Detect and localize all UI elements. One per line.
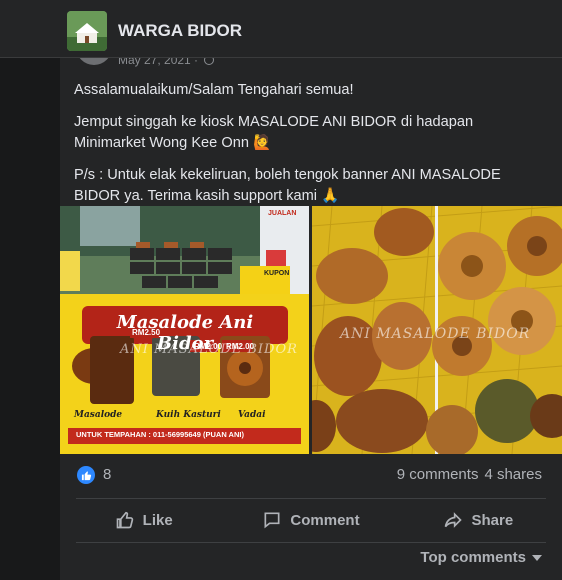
divider [76, 498, 546, 499]
post-paragraph: P/s : Untuk elak kekeliruan, boleh tengo… [74, 167, 501, 204]
share-button[interactable]: Share [395, 504, 562, 536]
group-cover-thumbnail[interactable] [67, 11, 107, 51]
post-timestamp[interactable]: May 27, 2021 · [118, 58, 198, 67]
chevron-down-icon [532, 554, 542, 561]
divider [76, 542, 546, 543]
group-header: WARGA BIDOR [0, 0, 562, 58]
like-reaction-icon[interactable] [77, 466, 95, 484]
comment-icon [264, 512, 280, 529]
item-label: Kuih Kasturi [156, 410, 221, 420]
photo-fritters[interactable]: ANI MASALODE BIDOR [312, 206, 562, 454]
sign-label: JUALAN [268, 210, 297, 217]
post-body: Assalamualaikum/Salam Tengahari semua! J… [74, 80, 544, 218]
photo-watermark: ANI MASALODE BIDOR [340, 326, 531, 342]
thumbs-up-icon [116, 511, 133, 529]
like-button[interactable]: Like [60, 504, 227, 536]
share-label: Share [471, 511, 514, 529]
globe-icon [204, 58, 215, 65]
item-label: Masalode [74, 410, 123, 420]
left-gutter [0, 0, 60, 580]
comments-count-link[interactable]: 9 comments [397, 466, 479, 483]
photo-kiosk-banner[interactable]: Masalode Ani Bidor ANI MASALODE BIDOR RM… [60, 206, 309, 454]
share-icon [445, 512, 463, 528]
photo-grid: Masalode Ani Bidor ANI MASALODE BIDOR RM… [60, 206, 562, 454]
price-tag: RM2.50 [132, 328, 161, 337]
reaction-count[interactable]: 8 [103, 466, 111, 483]
comment-label: Comment [290, 511, 360, 529]
group-name[interactable]: WARGA BIDOR [118, 21, 242, 41]
post-actions: Like Comment Share [60, 504, 562, 536]
price-tag: RM2.00 [226, 342, 255, 351]
post-paragraph: Jemput singgah ke kiosk MASALODE ANI BID… [74, 114, 474, 151]
comment-sort-label: Top comments [420, 549, 526, 566]
comment-button[interactable]: Comment [227, 504, 394, 536]
comment-sort-dropdown[interactable]: Top comments [420, 549, 542, 566]
post-card: May 27, 2021 · Assalamualaikum/Salam Ten… [60, 58, 562, 580]
shares-count-link[interactable]: 4 shares [484, 466, 542, 483]
post-meta: May 27, 2021 · [76, 58, 215, 68]
engagement-counts: 9 comments 4 shares [397, 466, 542, 483]
coupon-label: KUPON [264, 270, 290, 277]
author-avatar[interactable] [76, 58, 112, 65]
price-tag: RM2.00 [194, 342, 223, 351]
post-paragraph: Assalamualaikum/Salam Tengahari semua! [74, 82, 354, 98]
post-stats: 8 9 comments 4 shares [60, 454, 562, 498]
order-contact: UNTUK TEMPAHAN : 011-56995649 (PUAN ANI) [76, 430, 244, 439]
item-label: Vadai [238, 410, 266, 420]
like-label: Like [142, 511, 173, 529]
